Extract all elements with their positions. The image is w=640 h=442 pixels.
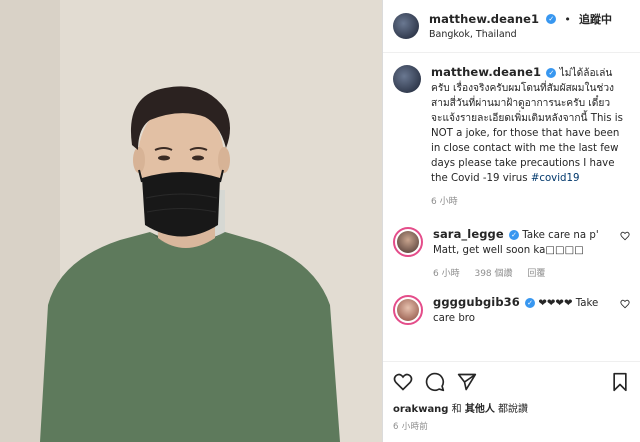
comments-section: matthew.deane1 ✓ ไม่ได้ล้อเล่นครับ เรื่อ…: [383, 53, 640, 326]
post-photo[interactable]: [0, 0, 382, 442]
liked-by-user[interactable]: orakwang: [393, 404, 448, 415]
comment-icon[interactable]: [425, 372, 445, 392]
verified-icon: ✓: [509, 230, 520, 240]
verified-icon: ✓: [546, 68, 557, 78]
commenter-username[interactable]: ggggubgib36: [433, 295, 520, 309]
save-icon[interactable]: [610, 372, 630, 392]
author-username[interactable]: matthew.deane1: [429, 12, 539, 26]
heart-icon[interactable]: [620, 299, 630, 309]
hashtag-link[interactable]: #covid19: [531, 173, 580, 184]
author-avatar[interactable]: [393, 13, 419, 39]
post-header: matthew.deane1 ✓ • 追蹤中 Bangkok, Thailand: [383, 0, 640, 53]
instagram-post: matthew.deane1 ✓ • 追蹤中 Bangkok, Thailand…: [0, 0, 640, 442]
caption-avatar[interactable]: [393, 65, 421, 93]
comment-meta: 6 小時 398 個讚 回覆: [433, 266, 620, 279]
location-link[interactable]: Bangkok, Thailand: [429, 27, 612, 42]
comment-body: sara_legge ✓ Take care na p' Matt, get w…: [433, 227, 620, 279]
caption-text: matthew.deane1 ✓ ไม่ได้ล้อเล่นครับ เรื่อ…: [431, 65, 630, 186]
caption-content: ไม่ได้ล้อเล่นครับ เรื่องจริงครับผมโดนที่…: [431, 68, 623, 184]
action-bar: orakwang 和 其他人 都說讚 6 小時前: [383, 361, 640, 432]
comment-row: ggggubgib36 ✓ ❤❤❤❤ Take care bro: [393, 295, 630, 326]
comment-row: sara_legge ✓ Take care na p' Matt, get w…: [393, 227, 630, 279]
caption-meta: 6 小時: [431, 194, 630, 207]
share-icon[interactable]: [457, 372, 477, 392]
liked-by-others[interactable]: 其他人: [465, 404, 495, 415]
commenter-avatar[interactable]: [393, 227, 423, 257]
post-sidebar: matthew.deane1 ✓ • 追蹤中 Bangkok, Thailand…: [382, 0, 640, 442]
heart-icon[interactable]: [620, 231, 630, 241]
comment-time: 6 小時: [433, 269, 460, 279]
reply-button[interactable]: 回覆: [527, 269, 545, 279]
verified-icon: ✓: [546, 13, 557, 24]
commenter-username[interactable]: sara_legge: [433, 227, 504, 241]
commenter-avatar[interactable]: [393, 295, 423, 325]
comment-text: ggggubgib36 ✓ ❤❤❤❤ Take care bro: [433, 295, 620, 326]
man-in-mask-photo: [0, 0, 382, 442]
liked-by-connector: 和: [451, 404, 462, 415]
caption-time: 6 小時: [431, 197, 458, 207]
action-icons: [393, 370, 630, 394]
caption-username[interactable]: matthew.deane1: [431, 65, 541, 79]
separator-dot: •: [564, 13, 571, 26]
liked-by-suffix: 都說讚: [498, 404, 529, 415]
comment-body: ggggubgib36 ✓ ❤❤❤❤ Take care bro: [433, 295, 620, 326]
heart-icon[interactable]: [393, 372, 413, 392]
follow-button[interactable]: 追蹤中: [579, 13, 612, 26]
verified-icon: ✓: [525, 298, 536, 308]
caption-body: matthew.deane1 ✓ ไม่ได้ล้อเล่นครับ เรื่อ…: [431, 65, 630, 207]
post-timestamp: 6 小時前: [393, 422, 429, 432]
comment-likes[interactable]: 398 個讚: [474, 269, 512, 279]
liked-by: orakwang 和 其他人 都說讚: [393, 400, 630, 415]
caption-row: matthew.deane1 ✓ ไม่ได้ล้อเล่นครับ เรื่อ…: [393, 65, 630, 207]
header-text: matthew.deane1 ✓ • 追蹤中 Bangkok, Thailand: [429, 10, 612, 42]
comment-text: sara_legge ✓ Take care na p' Matt, get w…: [433, 227, 620, 258]
